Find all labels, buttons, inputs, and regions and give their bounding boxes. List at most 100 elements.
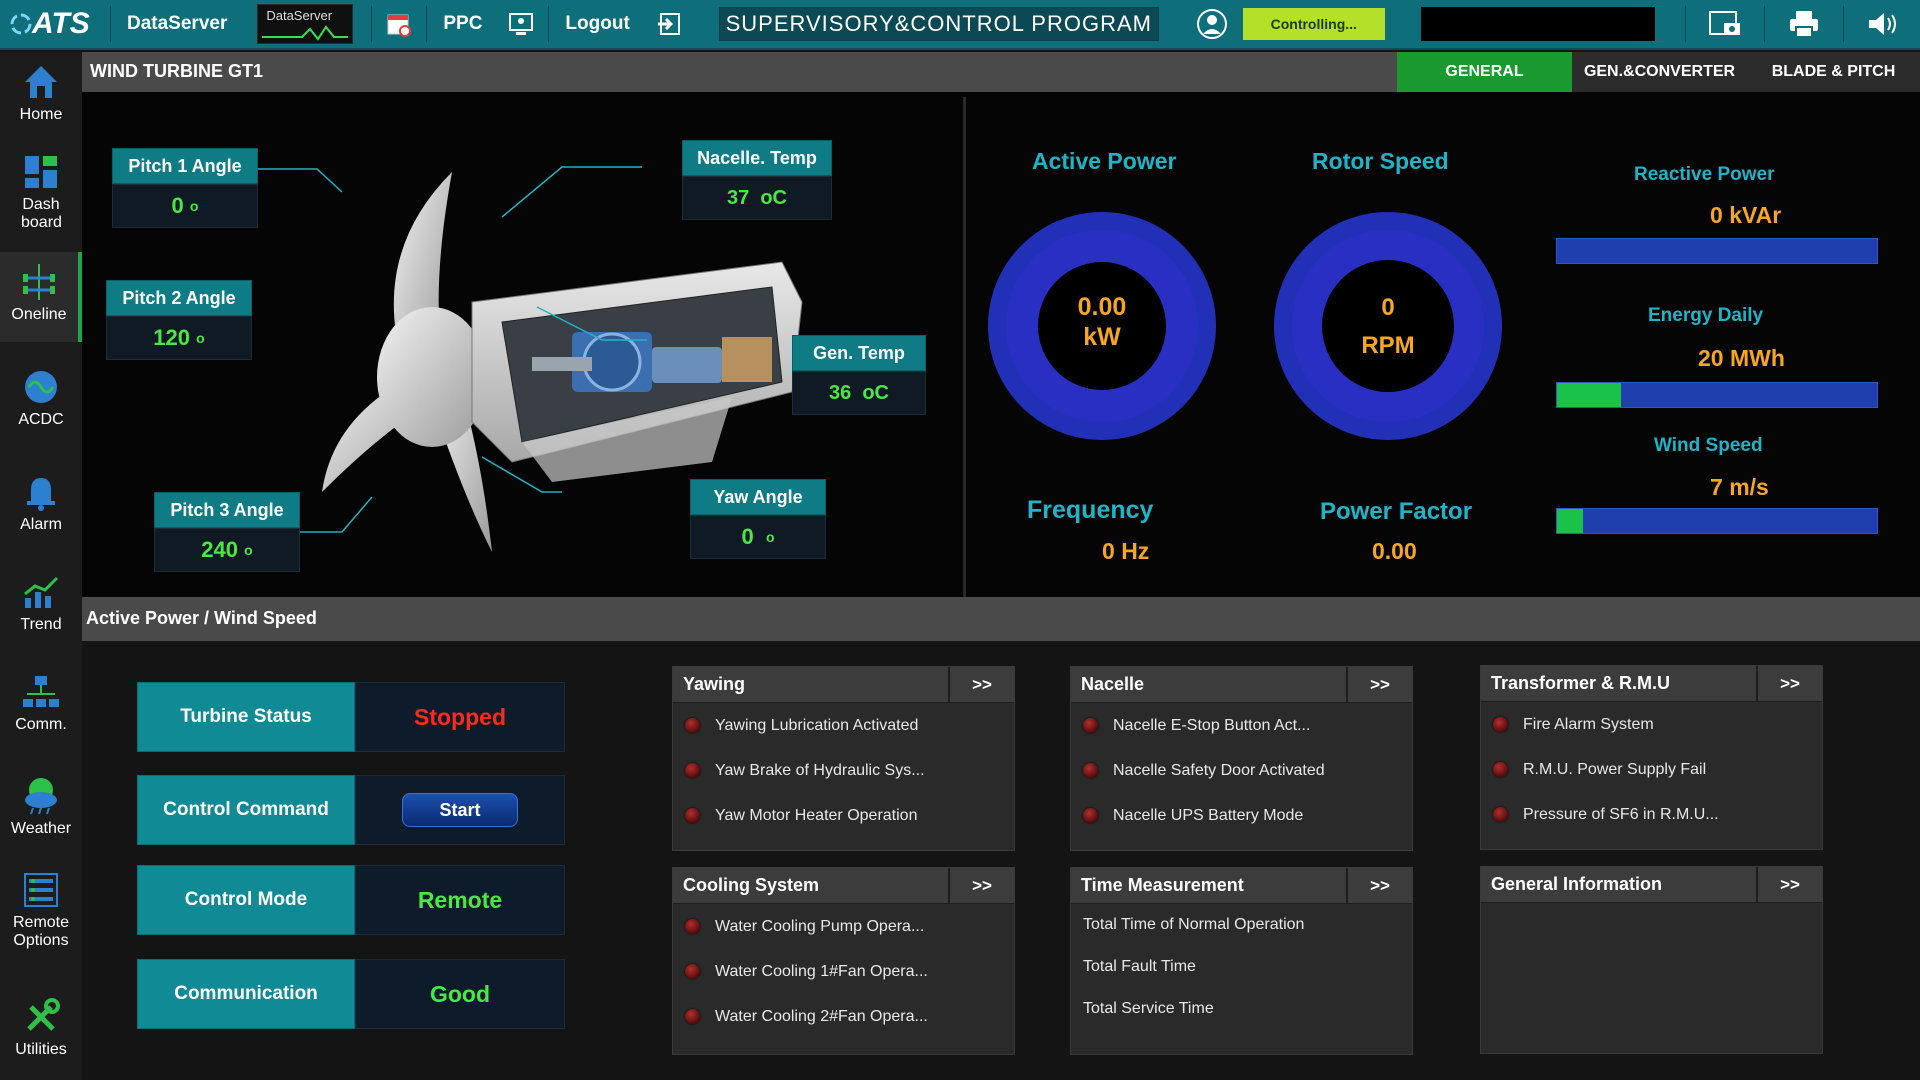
list-item: Pressure of SF6 in R.M.U... — [1481, 792, 1822, 837]
list-item-label: Water Cooling 2#Fan Opera... — [715, 1007, 928, 1025]
control-mode-label: Control Mode — [137, 865, 355, 935]
oneline-icon — [23, 264, 55, 300]
user-icon[interactable] — [1195, 7, 1229, 41]
yawing-panel: Yawing >> Yawing Lubrication Activated Ya… — [672, 666, 1015, 851]
rotor-speed-readout: 0 RPM — [1272, 289, 1504, 365]
yaw-angle-tag: Yaw Angle 0 o — [690, 479, 826, 559]
sidebar-item-label: Dash board — [21, 196, 62, 231]
remote-icon — [24, 873, 58, 907]
pitch1-angle-tag: Pitch 1 Angle 0 o — [112, 148, 258, 228]
rotor-speed-title: Rotor Speed — [1312, 148, 1449, 174]
active-power-readout: 0.00 kW — [986, 292, 1218, 352]
status-led-icon — [1493, 807, 1508, 822]
sidebar-item-home[interactable]: Home — [0, 62, 82, 124]
nacelle-expand-button[interactable]: >> — [1346, 666, 1412, 703]
communication-row: Communication Good — [137, 959, 565, 1029]
reactive-power-bar — [1556, 238, 1878, 264]
logout-icon[interactable] — [652, 7, 686, 41]
ppc-monitor-icon[interactable] — [504, 7, 538, 41]
energy-daily-bar — [1556, 382, 1878, 408]
dashboard-icon — [25, 156, 57, 188]
speaker-icon[interactable] — [1866, 7, 1900, 41]
yaw-value-number: 0 — [741, 524, 754, 549]
reactive-power-readout: 0 kVAr — [1710, 202, 1781, 229]
ppc-button[interactable]: PPC — [429, 0, 496, 49]
status-led-icon — [1083, 808, 1098, 823]
list-item-label: Yaw Motor Heater Operation — [715, 806, 918, 824]
frequency-title: Frequency — [1027, 496, 1154, 524]
sidebar-item-remote-options[interactable]: Remote Options — [0, 870, 82, 950]
active-power-value: 0.00 — [1077, 293, 1127, 321]
frequency-readout: 0 Hz — [1102, 538, 1149, 565]
yaw-value-unit: o — [765, 529, 775, 545]
sidebar-item-label: Alarm — [20, 516, 62, 533]
section-header: Active Power / Wind Speed — [82, 597, 1920, 641]
sidebar: Home Dash board Oneline ACDC Alarm Trend… — [0, 52, 82, 1080]
page-header: WIND TURBINE GT1 GENERAL GEN.&CONVERTER … — [82, 52, 1920, 92]
rotor-speed-unit: RPM — [1361, 332, 1415, 359]
pitch1-value-number: 0 — [171, 193, 184, 218]
nacelle-temp-label: Nacelle. Temp — [682, 140, 832, 176]
logo-swirl-icon — [10, 13, 32, 35]
sidebar-item-oneline[interactable]: Oneline — [0, 252, 82, 342]
status-area: Turbine Status Stopped Control Command S… — [82, 641, 1920, 1080]
tab-gen-converter[interactable]: GEN.&CONVERTER — [1572, 52, 1747, 92]
sidebar-item-comm[interactable]: Comm. — [0, 672, 82, 734]
sidebar-item-utilities[interactable]: Utilities — [0, 997, 82, 1059]
list-item-label: R.M.U. Power Supply Fail — [1523, 760, 1707, 778]
dataserver-button[interactable]: DataServer — [113, 0, 241, 49]
list-item: Yaw Motor Heater Operation — [673, 793, 1014, 838]
gen-temp-unit: oC — [862, 381, 890, 404]
sidebar-item-weather[interactable]: Weather — [0, 772, 82, 838]
reactive-power-unit: kVAr — [1729, 202, 1782, 228]
weather-icon — [25, 778, 57, 815]
time-measurement-panel-title: Time Measurement — [1081, 875, 1244, 895]
turbine-status-value: Stopped — [355, 682, 565, 752]
list-item: Yawing Lubrication Activated — [673, 703, 1014, 748]
sidebar-item-dashboard[interactable]: Dash board — [0, 152, 82, 232]
general-info-expand-button[interactable]: >> — [1756, 866, 1822, 903]
control-command-value: Start — [355, 775, 565, 845]
screenshot-icon[interactable] — [1708, 7, 1742, 41]
controlling-status[interactable]: Controlling... — [1242, 8, 1385, 40]
list-item: Fire Alarm System — [1481, 702, 1822, 747]
sidebar-item-acdc[interactable]: ACDC — [0, 367, 82, 429]
print-icon[interactable] — [1787, 7, 1821, 41]
sidebar-item-label: ACDC — [18, 411, 64, 428]
cooling-panel-title: Cooling System — [683, 875, 820, 895]
pitch2-value-number: 120 — [153, 325, 191, 350]
calendar-icon[interactable] — [382, 7, 416, 41]
list-item-label: Yaw Brake of Hydraulic Sys... — [715, 761, 925, 779]
cooling-expand-button[interactable]: >> — [948, 867, 1014, 904]
transformer-expand-button[interactable]: >> — [1756, 665, 1822, 702]
status-led-icon — [685, 808, 700, 823]
toolbar-divider — [1764, 6, 1765, 42]
yawing-expand-button[interactable]: >> — [948, 666, 1014, 703]
time-measurement-expand-button[interactable]: >> — [1346, 867, 1412, 904]
sidebar-item-label: Remote Options — [12, 914, 70, 949]
dataserver-status-box[interactable]: DataServer — [257, 4, 354, 44]
list-item: Nacelle Safety Door Activated — [1071, 748, 1412, 793]
program-title: SUPERVISORY&CONTROL PROGRAM — [718, 7, 1159, 41]
nacelle-temp-value: 37 oC — [682, 176, 832, 220]
reactive-power-label: Reactive Power — [1634, 164, 1775, 185]
sidebar-item-trend[interactable]: Trend — [0, 572, 82, 634]
list-item-label: Yawing Lubrication Activated — [715, 716, 919, 734]
tab-blade-pitch[interactable]: BLADE & PITCH — [1747, 52, 1920, 92]
sidebar-item-alarm[interactable]: Alarm — [0, 472, 82, 534]
wind-speed-bar-fill — [1557, 509, 1583, 533]
status-led-icon — [685, 1009, 700, 1024]
nacelle-temp-tag: Nacelle. Temp 37 oC — [682, 140, 832, 220]
ats-logo: ATS — [0, 0, 108, 49]
time-measurement-panel: Time Measurement >> Total Time of Normal … — [1070, 867, 1413, 1055]
pitch3-angle-tag: Pitch 3 Angle 240 o — [154, 492, 300, 572]
logout-button[interactable]: Logout — [551, 0, 643, 49]
gen-temp-tag: Gen. Temp 36 oC — [792, 335, 926, 415]
gen-temp-number: 36 — [828, 381, 852, 404]
list-item: Water Cooling 2#Fan Opera... — [673, 994, 1014, 1039]
control-mode-value: Remote — [355, 865, 565, 935]
page-title: WIND TURBINE GT1 — [90, 61, 263, 81]
toolbar-divider — [426, 6, 428, 42]
start-button[interactable]: Start — [402, 793, 518, 827]
tab-general[interactable]: GENERAL — [1397, 52, 1572, 92]
